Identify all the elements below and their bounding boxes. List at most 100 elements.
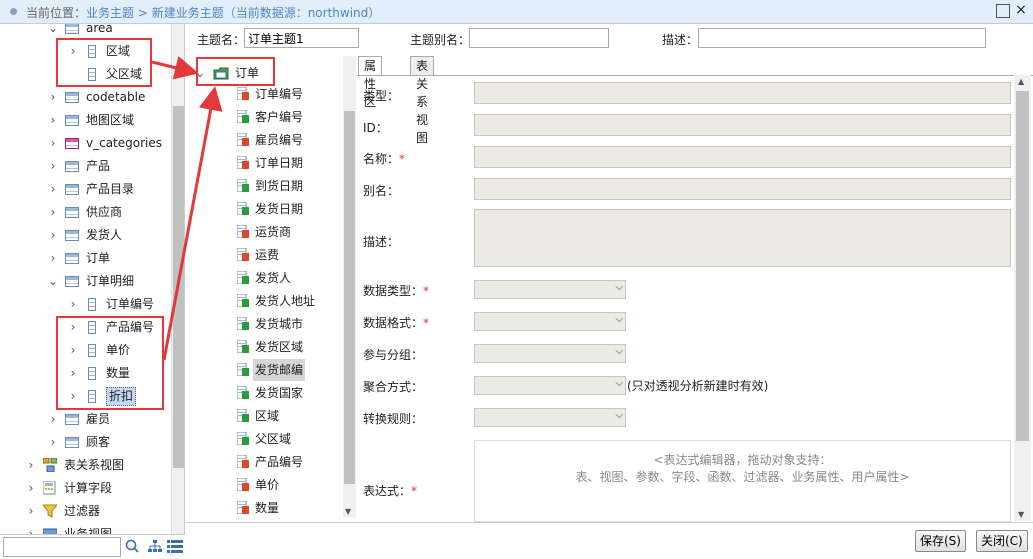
topic-field-node[interactable]: 发货人地址 <box>187 290 343 312</box>
chevron-right-icon[interactable]: › <box>26 500 36 522</box>
chevron-right-icon[interactable]: › <box>26 477 36 499</box>
scroll-down-arrow-icon[interactable]: ▼ <box>1018 510 1024 519</box>
chevron-right-icon[interactable]: › <box>48 132 58 154</box>
prop-name-field[interactable] <box>474 146 1011 168</box>
prop-datatype-select[interactable]: ⌵ <box>474 280 626 299</box>
prop-convert-select[interactable]: ⌵ <box>474 408 626 427</box>
chevron-right-icon[interactable]: › <box>48 86 58 108</box>
chevron-right-icon[interactable]: › <box>48 155 58 177</box>
chevron-down-icon[interactable]: ⌵ <box>615 410 623 421</box>
list-view-icon[interactable] <box>167 540 183 553</box>
topic-field-node[interactable]: 订单编号 <box>187 83 343 105</box>
properties-scrollbar[interactable]: ▲ ▼ <box>1014 75 1031 521</box>
prop-dataformat-select[interactable]: ⌵ <box>474 312 626 331</box>
tree-node-label: 过滤器 <box>64 504 101 518</box>
topic-tree-panel[interactable]: ⌄ 订单 订单编号 客户编号 雇员编号 订单日期 到货日期 发货日期 运货商 运费 发货人 发货人… <box>187 56 357 518</box>
chevron-right-icon[interactable]: › <box>26 523 36 534</box>
resource-tree-panel[interactable]: ⌄ area › 区域 父区域 › codetable › 地图区域 › v_categories ›… <box>0 24 185 534</box>
topic-field-node[interactable]: 发货区域 <box>187 336 343 358</box>
tree-node[interactable]: › 表关系视图 <box>0 454 170 476</box>
tab-properties[interactable]: 属性区 <box>358 56 383 109</box>
field-icon <box>237 363 249 376</box>
topic-field-node[interactable]: 区域 <box>187 405 343 427</box>
topic-field-node[interactable]: 发货国家 <box>187 382 343 404</box>
expression-hint-line1: <表达式编辑器，拖动对象支持： <box>653 453 832 467</box>
topic-tree-scroll-thumb[interactable] <box>344 111 355 484</box>
topic-desc-input[interactable] <box>698 28 986 48</box>
tree-node[interactable]: › 过滤器 <box>0 500 170 522</box>
tree-node[interactable]: › 地图区域 <box>0 109 170 131</box>
scroll-down-arrow-icon[interactable]: ▼ <box>345 507 351 516</box>
chevron-down-icon[interactable]: ⌵ <box>615 378 623 389</box>
topic-field-node[interactable]: 到货日期 <box>187 175 343 197</box>
chevron-right-icon[interactable]: › <box>68 293 78 315</box>
expression-editor[interactable]: <表达式编辑器，拖动对象支持： 表、视图、参数、字段、函数、过滤器、业务属性、用… <box>474 440 1011 522</box>
chevron-down-icon[interactable]: ⌄ <box>48 24 58 39</box>
topic-tree-scrollbar[interactable]: ▼ <box>343 56 356 518</box>
prop-id-field[interactable] <box>474 114 1011 136</box>
chevron-right-icon[interactable]: › <box>48 178 58 200</box>
prop-desc-field[interactable] <box>474 209 1011 267</box>
prop-dataformat-label: 数据格式：* <box>363 314 429 331</box>
topic-field-node[interactable]: 数量 <box>187 497 343 518</box>
topic-name-input[interactable] <box>244 28 359 48</box>
table-icon <box>65 115 79 126</box>
close-button[interactable]: 关闭(C) <box>976 530 1028 552</box>
tree-view-icon[interactable] <box>148 540 162 553</box>
left-tree-scrollbar[interactable] <box>171 24 184 534</box>
topic-field-node[interactable]: 发货邮编 <box>187 359 343 381</box>
search-icon[interactable] <box>125 539 139 553</box>
prop-alias-field[interactable] <box>474 178 1011 200</box>
topic-field-node[interactable]: 雇员编号 <box>187 129 343 151</box>
close-window-button[interactable]: × <box>1014 3 1028 18</box>
maximize-button[interactable] <box>996 4 1010 18</box>
save-button[interactable]: 保存(S) <box>915 530 966 552</box>
tree-node[interactable]: › 产品 <box>0 155 170 177</box>
topic-field-node[interactable]: 父区域 <box>187 428 343 450</box>
topic-field-node[interactable]: 发货人 <box>187 267 343 289</box>
chevron-down-icon[interactable]: ⌵ <box>615 282 623 293</box>
tree-node[interactable]: › 产品目录 <box>0 178 170 200</box>
tree-node[interactable]: › 订单编号 <box>0 293 170 315</box>
chevron-right-icon[interactable]: › <box>48 224 58 246</box>
topic-field-node[interactable]: 产品编号 <box>187 451 343 473</box>
chevron-down-icon[interactable]: ⌵ <box>615 346 623 357</box>
tree-node[interactable]: › 雇员 <box>0 408 170 430</box>
topic-alias-input[interactable] <box>469 28 609 48</box>
chevron-right-icon[interactable]: › <box>48 431 58 453</box>
tree-node[interactable]: › codetable <box>0 86 170 108</box>
topic-field-node[interactable]: 单价 <box>187 474 343 496</box>
chevron-right-icon[interactable]: › <box>48 201 58 223</box>
scroll-up-arrow-icon[interactable]: ▲ <box>1018 77 1024 86</box>
tab-relation-view[interactable]: 表关系视图 <box>410 56 435 145</box>
chevron-down-icon[interactable]: ⌄ <box>48 270 58 292</box>
tree-node[interactable]: › 计算字段 <box>0 477 170 499</box>
prop-aggregate-select[interactable]: ⌵ <box>474 376 626 395</box>
topic-field-node[interactable]: 运费 <box>187 244 343 266</box>
tree-search-input[interactable] <box>3 537 121 557</box>
chevron-right-icon[interactable]: › <box>48 247 58 269</box>
chevron-down-icon[interactable]: ⌵ <box>615 314 623 325</box>
tree-node[interactable]: › 顾客 <box>0 431 170 453</box>
tree-node[interactable]: › 订单 <box>0 247 170 269</box>
field-icon <box>237 133 249 146</box>
chevron-right-icon[interactable]: › <box>48 109 58 131</box>
left-tree-scroll-thumb[interactable] <box>173 106 184 468</box>
properties-scroll-thumb[interactable] <box>1016 91 1029 441</box>
topic-field-node[interactable]: 发货城市 <box>187 313 343 335</box>
topic-field-node[interactable]: 发货日期 <box>187 198 343 220</box>
chevron-right-icon[interactable]: › <box>48 408 58 430</box>
topic-field-node[interactable]: 运货商 <box>187 221 343 243</box>
tree-node[interactable]: › 发货人 <box>0 224 170 246</box>
breadcrumb-path[interactable]: 业务主题 > 新建业务主题（当前数据源：northwind） <box>86 6 380 20</box>
tree-node[interactable]: ⌄ area <box>0 24 170 39</box>
tree-node[interactable]: › v_categories <box>0 132 170 154</box>
topic-field-node[interactable]: 客户编号 <box>187 106 343 128</box>
chevron-right-icon[interactable]: › <box>26 454 36 476</box>
prop-type-field[interactable] <box>474 82 1011 104</box>
topic-field-node[interactable]: 订单日期 <box>187 152 343 174</box>
tree-node[interactable]: › 业务视图 <box>0 523 170 534</box>
tree-node[interactable]: › 供应商 <box>0 201 170 223</box>
tree-node[interactable]: ⌄ 订单明细 <box>0 270 170 292</box>
prop-group-select[interactable]: ⌵ <box>474 344 626 363</box>
